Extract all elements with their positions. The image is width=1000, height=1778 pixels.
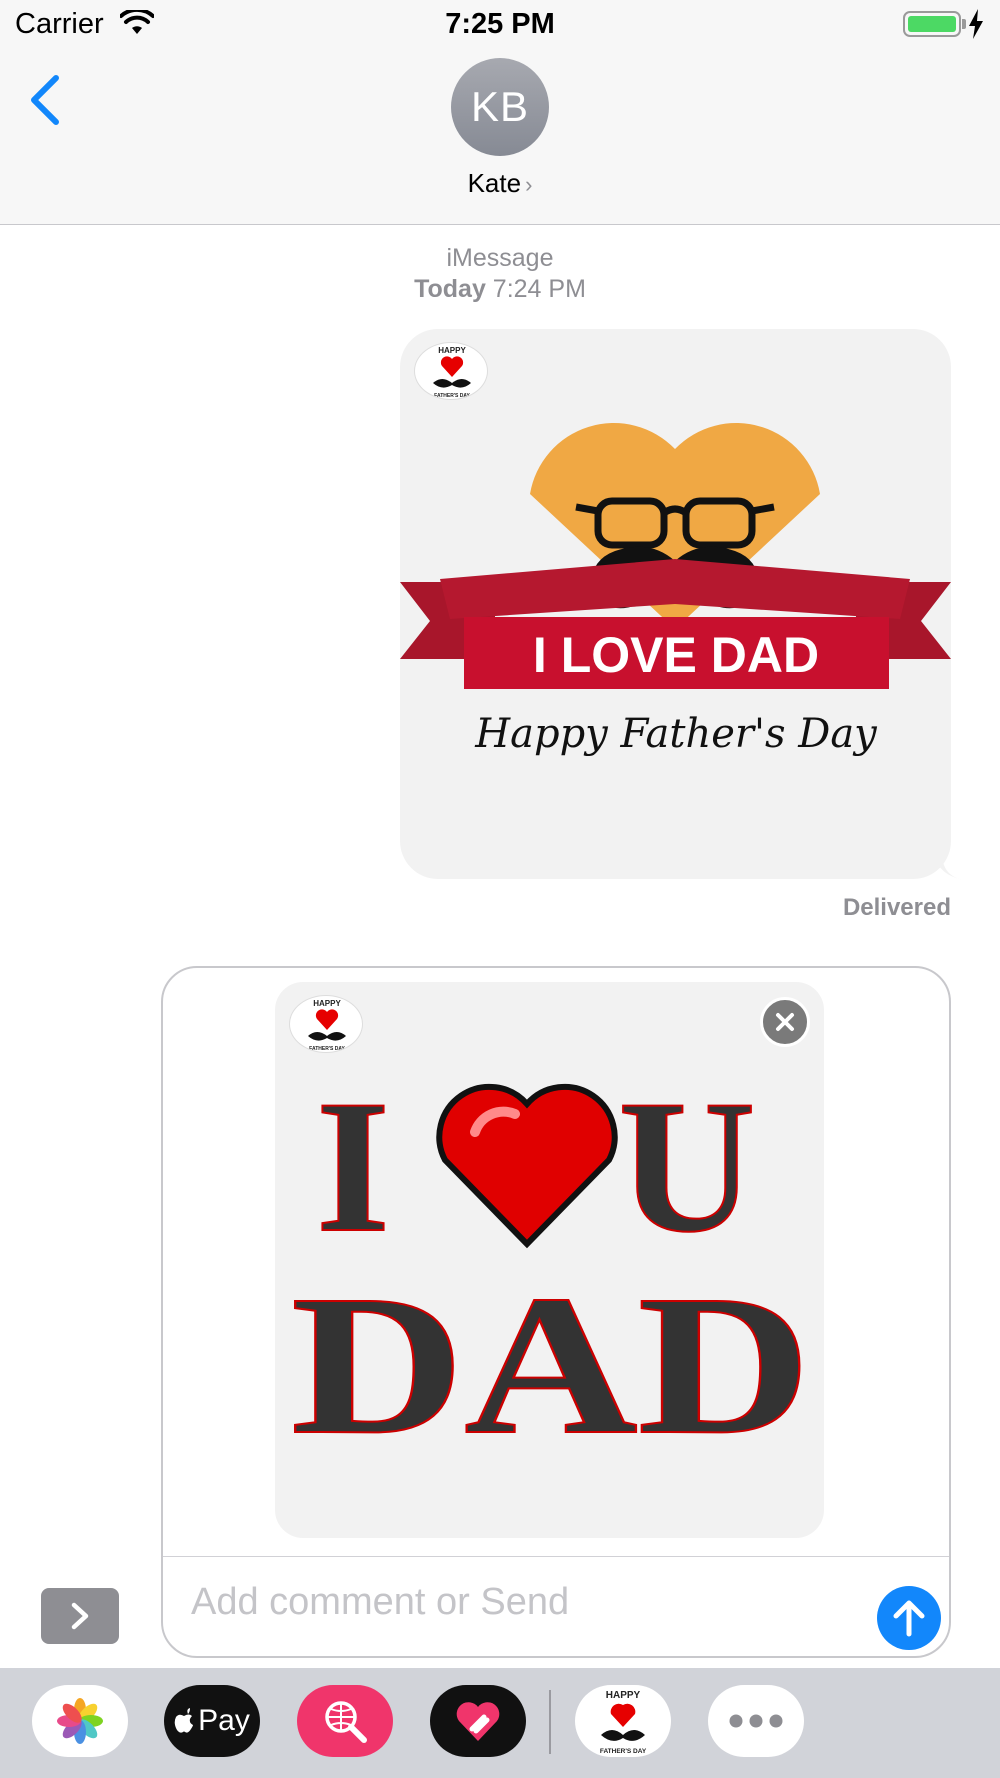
sticker-preview-card[interactable]: HAPPY FATHER'S DAY I U DAD (275, 982, 824, 1538)
i-love-dad-sticker: I LOVE DAD Happy Father's Day (400, 423, 951, 757)
heart-touch-icon (456, 1702, 500, 1741)
contact-name: Kate (467, 168, 522, 198)
message-timestamp: Today 7:24 PM (0, 275, 1000, 304)
status-time: 7:25 PM (445, 8, 555, 40)
service-label: iMessage (446, 244, 554, 272)
delivery-status: Delivered (842, 894, 951, 921)
time-label: 7:24 PM (492, 275, 586, 303)
bubble-tail (934, 848, 964, 880)
app-digital-touch[interactable] (430, 1685, 526, 1757)
drawer-separator (549, 1690, 551, 1754)
sent-sticker-bubble[interactable]: HAPPY FATHER'S DAY I LOVE DAD Happy Fath… (400, 329, 951, 879)
contact-name-button[interactable]: Kate › (0, 168, 1000, 199)
charging-bolt-icon (969, 9, 983, 39)
app-drawer: Pay HAPPY FATHER'S DAY (0, 1668, 1000, 1778)
date-label: Today (414, 275, 486, 303)
contact-avatar[interactable]: KB (451, 58, 549, 156)
photos-icon (57, 1698, 103, 1744)
red-heart-icon (436, 1083, 618, 1249)
remove-sticker-button[interactable] (760, 997, 810, 1047)
expand-apps-button[interactable] (41, 1588, 119, 1644)
app-web-images[interactable] (297, 1685, 393, 1757)
app-fathers-day-stickers[interactable]: HAPPY FATHER'S DAY (575, 1685, 671, 1757)
chevron-right-icon: › (525, 172, 533, 197)
status-bar: Carrier 7:25 PM (0, 0, 1000, 50)
battery-tip (962, 19, 966, 29)
preview-letter-i: I (316, 1062, 390, 1272)
app-more[interactable] (708, 1685, 804, 1757)
apple-logo-icon (174, 1708, 194, 1733)
globe-search-icon (325, 1701, 367, 1743)
app-apple-pay[interactable]: Pay (164, 1685, 260, 1757)
banner-text: I LOVE DAD (533, 627, 819, 683)
apple-pay-label: Pay (198, 1704, 250, 1737)
compose-panel: HAPPY FATHER'S DAY I U DAD Add comment o… (161, 966, 951, 1658)
drawer-badge-line1: HAPPY (606, 1690, 641, 1701)
chevron-right-icon (71, 1602, 89, 1630)
app-photos[interactable] (32, 1685, 128, 1757)
message-input[interactable]: Add comment or Send (191, 1572, 851, 1632)
drawer-badge-line2: FATHER'S DAY (600, 1748, 647, 1755)
preview-letter-u: U (618, 1062, 755, 1272)
conversation-header: KB Kate › (0, 50, 1000, 225)
back-chevron-icon[interactable] (26, 70, 66, 130)
battery-icon (903, 11, 961, 37)
more-icon (729, 1714, 783, 1728)
script-text: Happy Father's Day (474, 711, 878, 757)
preview-word-dad: DAD (291, 1255, 811, 1476)
fathers-day-sticker-icon: HAPPY FATHER'S DAY (600, 1690, 647, 1755)
arrow-up-icon (893, 1600, 925, 1637)
i-heart-u-dad-sticker: I U DAD (290, 1061, 812, 1477)
compose-divider (163, 1556, 949, 1557)
close-icon (776, 1013, 794, 1031)
send-button[interactable] (877, 1586, 941, 1650)
